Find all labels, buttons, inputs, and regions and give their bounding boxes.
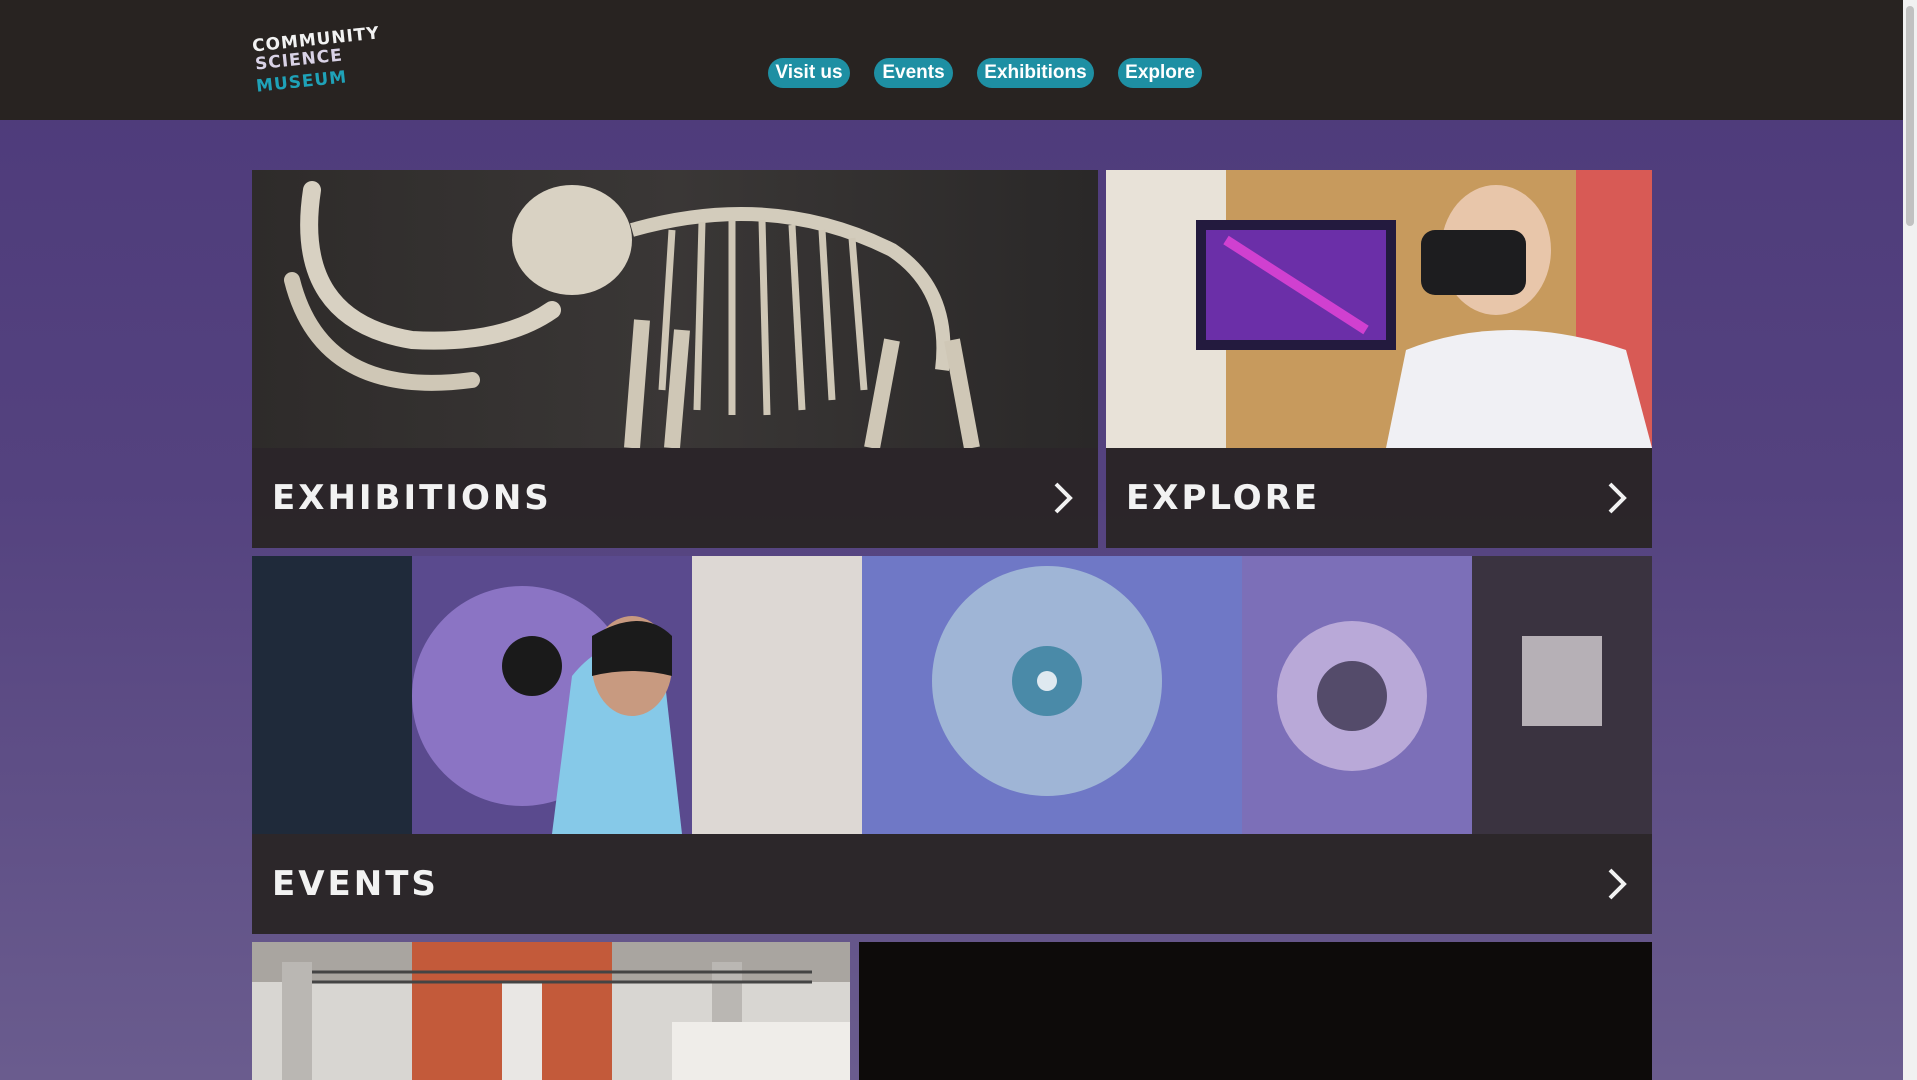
events-card[interactable]: EVENTS [252, 556, 1652, 934]
nav-exhibitions[interactable]: Exhibitions [977, 58, 1094, 88]
laboratory-equipment-image [252, 556, 1652, 834]
nav-visit-us[interactable]: Visit us [768, 58, 850, 88]
building-interior-image [252, 942, 850, 1080]
nav-events[interactable]: Events [874, 58, 953, 88]
chevron-right-icon [1608, 482, 1627, 514]
chevron-right-icon [1054, 482, 1073, 514]
page-scrollbar[interactable] [1903, 0, 1917, 1080]
card-label-band [252, 834, 1652, 934]
exhibitions-card[interactable]: EXHIBITIONS [252, 170, 1098, 548]
chevron-right-icon [1608, 868, 1627, 900]
card-title: EXHIBITIONS [272, 478, 552, 518]
site-header: COMMUNITY SCIENCE MUSEUM Visit us Events… [0, 0, 1903, 120]
vr-headset-visitor-image [1106, 170, 1652, 448]
museum-logo[interactable]: COMMUNITY SCIENCE MUSEUM [251, 20, 392, 96]
card-title: EXPLORE [1126, 478, 1321, 518]
building-interior-card[interactable] [252, 942, 850, 1080]
mammoth-skeleton-image [252, 170, 1098, 448]
card-title: EVENTS [272, 864, 439, 904]
nav-explore[interactable]: Explore [1118, 58, 1202, 88]
scrollbar-thumb[interactable] [1906, 6, 1914, 226]
video-panel[interactable] [859, 942, 1652, 1080]
explore-card[interactable]: EXPLORE [1106, 170, 1652, 548]
